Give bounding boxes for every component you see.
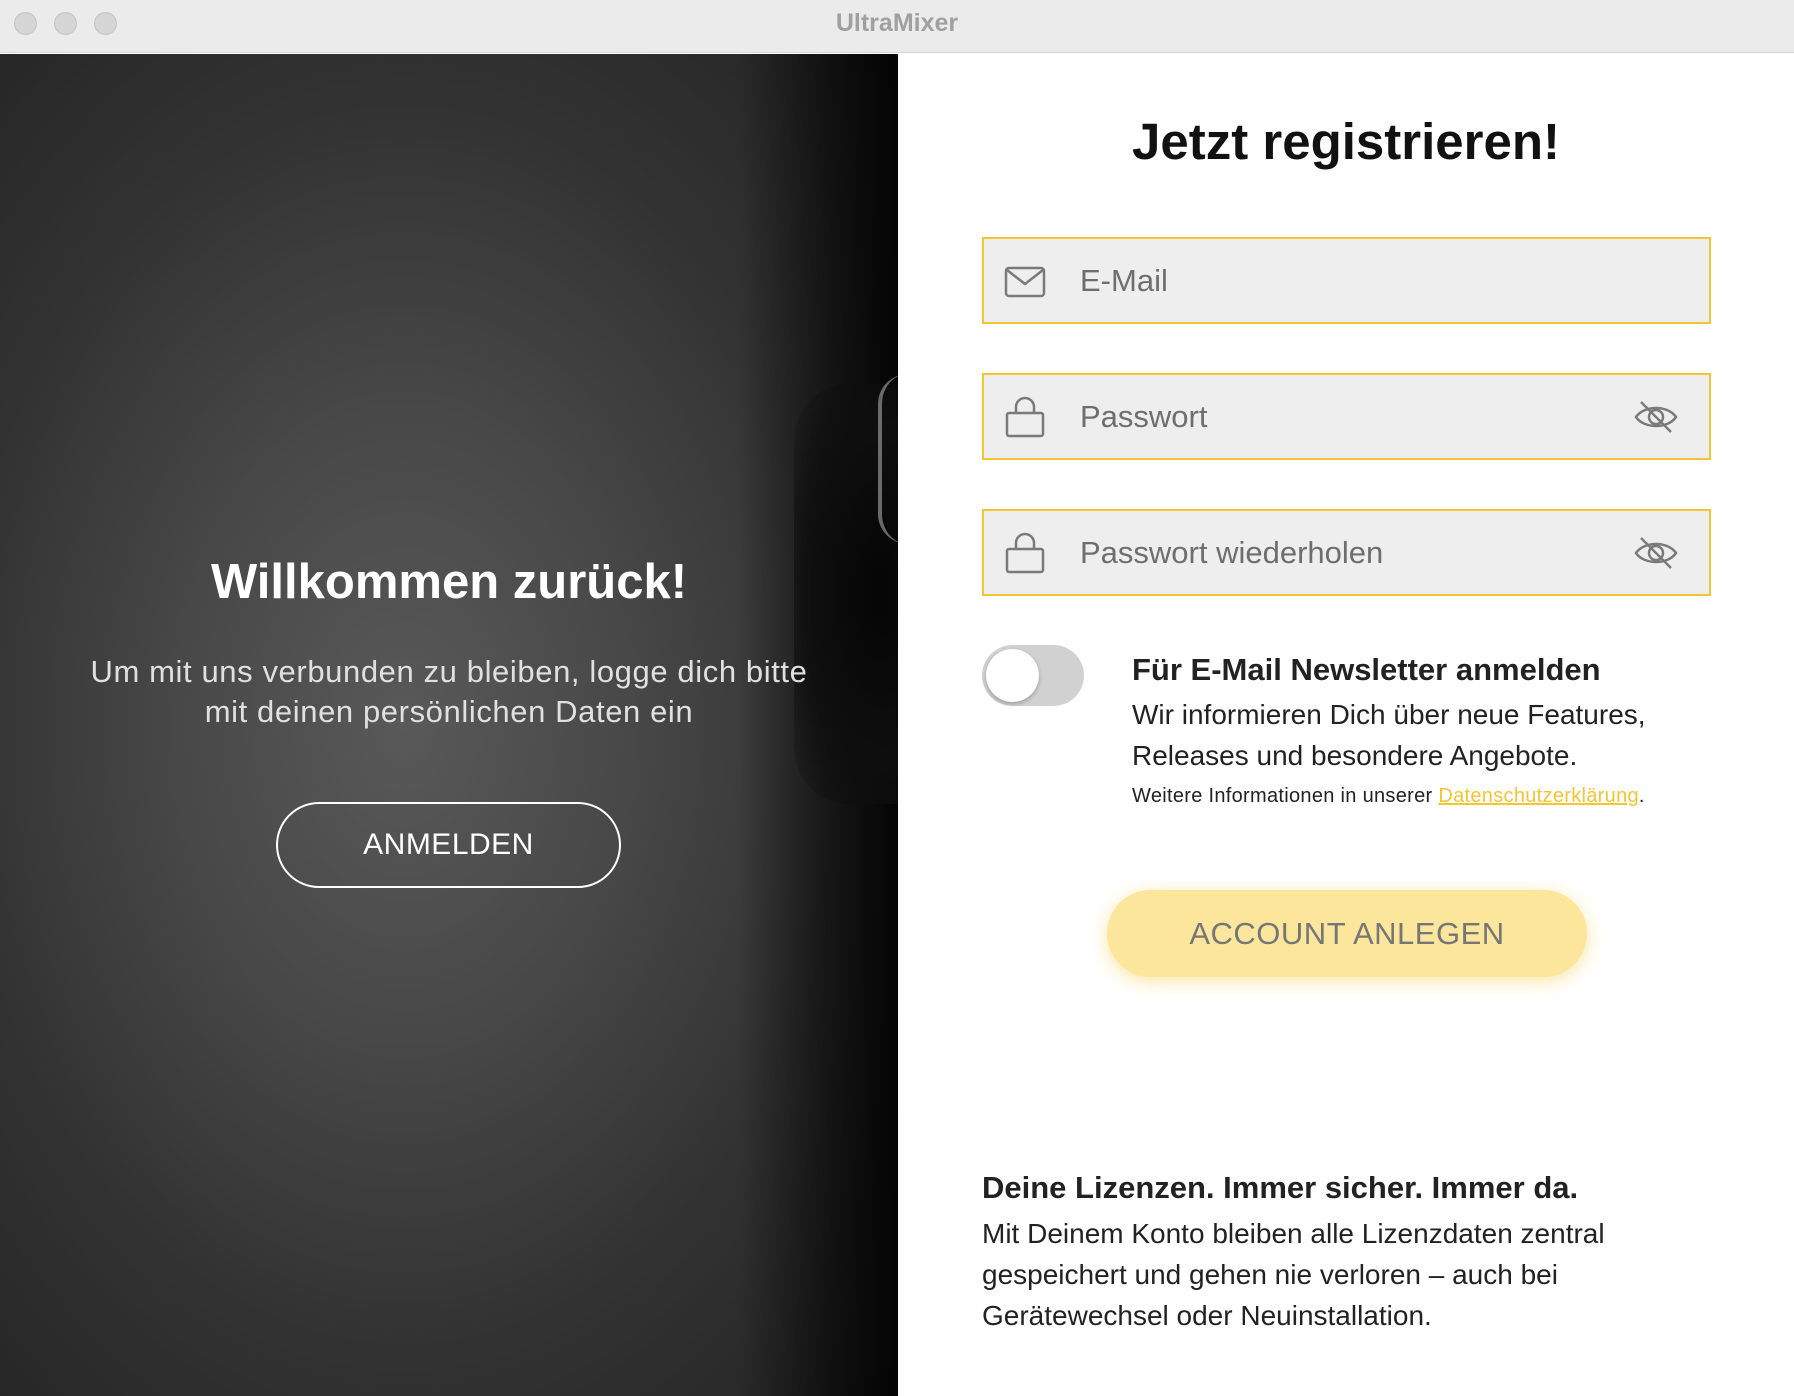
license-title: Deine Lizenzen. Immer sicher. Immer da. <box>982 1170 1579 1205</box>
window-title: UltraMixer <box>835 9 959 37</box>
login-button[interactable]: ANMELDEN <box>276 802 621 888</box>
newsletter-description: Wir informieren Dich über neue Features,… <box>1132 699 1646 771</box>
create-account-button[interactable]: ACCOUNT ANLEGEN <box>1107 890 1587 977</box>
password-repeat-input[interactable] <box>1080 511 1620 594</box>
lock-icon <box>1005 396 1045 438</box>
password-field[interactable] <box>982 373 1711 460</box>
newsletter-title: Für E-Mail Newsletter anmelden <box>1132 652 1601 687</box>
toggle-knob <box>986 649 1039 702</box>
eye-slash-icon[interactable] <box>1633 534 1679 572</box>
privacy-suffix: . <box>1638 785 1645 807</box>
email-input[interactable] <box>1080 239 1620 322</box>
password-input[interactable] <box>1080 375 1620 458</box>
eye-slash-icon[interactable] <box>1633 398 1679 436</box>
register-panel: Jetzt registrieren! E-Mail Für E-Mail Ne… <box>898 54 1794 1396</box>
app-window: UltraMixer Willkommen zurück! Um mit uns… <box>0 0 1794 1396</box>
title-bar: UltraMixer <box>0 0 1794 53</box>
welcome-text: Um mit uns verbunden zu bleiben, logge d… <box>90 654 808 729</box>
newsletter-toggle[interactable] <box>982 645 1084 706</box>
welcome-title: Willkommen zurück! <box>210 555 688 609</box>
password-repeat-field[interactable] <box>982 509 1711 596</box>
lock-icon <box>1005 532 1045 574</box>
privacy-prefix: Weitere Informationen in unserer <box>1132 785 1439 807</box>
license-description: Mit Deinem Konto bleiben alle Lizenzdate… <box>982 1218 1605 1331</box>
privacy-notice: Weitere Informationen in unserer Datensc… <box>1132 785 1645 808</box>
envelope-icon <box>1004 266 1046 298</box>
privacy-policy-link[interactable]: Datenschutzerklärung <box>1438 785 1639 807</box>
email-field[interactable] <box>982 237 1711 324</box>
welcome-panel: Willkommen zurück! Um mit uns verbunden … <box>0 54 898 1396</box>
register-title: Jetzt registrieren! <box>1132 113 1560 170</box>
background-photo-headphone <box>878 374 898 544</box>
